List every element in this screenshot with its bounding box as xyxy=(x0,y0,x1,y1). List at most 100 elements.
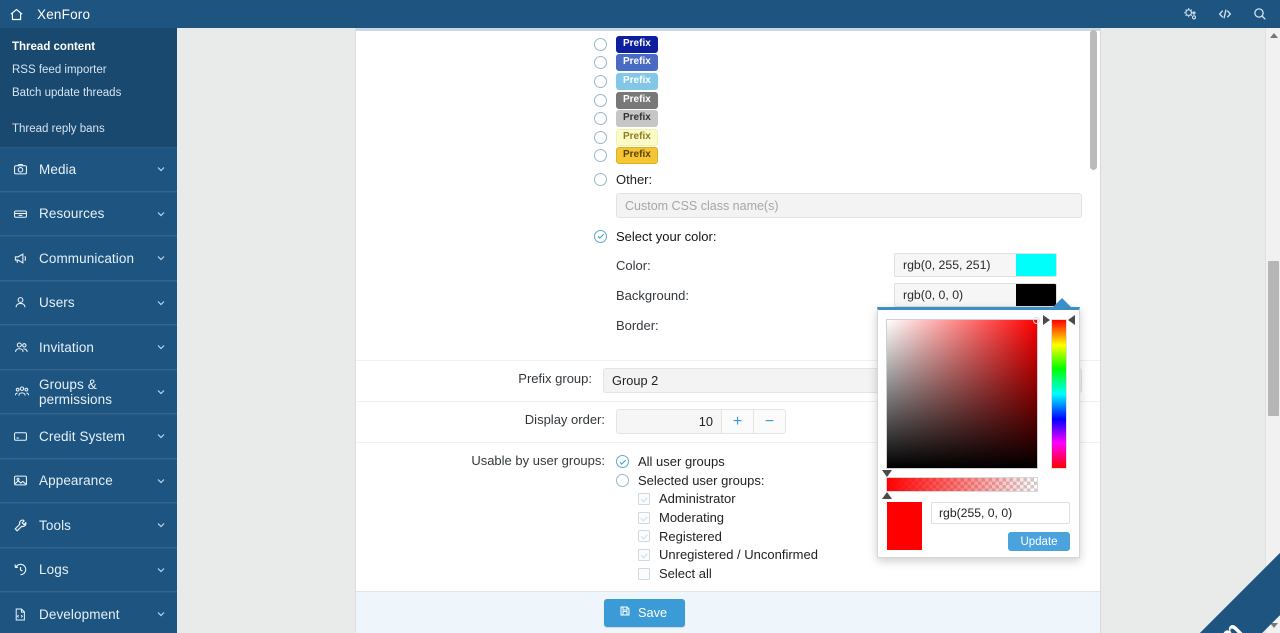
home-icon[interactable] xyxy=(0,0,32,28)
app-root: XenForo Thread content RSS feed importer… xyxy=(0,0,1280,633)
radio-select-your-color[interactable] xyxy=(594,229,607,243)
window-scrollbar-thumb[interactable] xyxy=(1268,261,1279,416)
hue-slider-handle-right[interactable] xyxy=(1068,315,1075,325)
custom-css-input[interactable]: Custom CSS class name(s) xyxy=(616,193,1082,219)
prefix-style-option[interactable]: Prefix xyxy=(594,147,1082,166)
sidebar-item-appearance[interactable]: Appearance xyxy=(0,458,177,503)
radio-prefix-style-7[interactable] xyxy=(594,149,607,163)
panel-scrollbar[interactable] xyxy=(1090,30,1097,170)
checkbox-unregistered-unconfirmed[interactable] xyxy=(638,548,650,561)
display-order-decrement-button[interactable]: − xyxy=(753,410,785,434)
display-order-stepper[interactable]: 10 + − xyxy=(616,409,786,435)
checkbox-moderating[interactable] xyxy=(638,511,650,524)
color-picker-top xyxy=(878,310,1079,469)
label-all-user-groups: All user groups xyxy=(638,454,725,469)
save-button[interactable]: Save xyxy=(604,598,686,627)
color-swatch-color[interactable] xyxy=(1015,254,1056,277)
sidebar-label-appearance: Appearance xyxy=(39,473,113,489)
display-order-value[interactable]: 10 xyxy=(617,410,721,433)
code-icon[interactable] xyxy=(1216,6,1234,22)
sidebar-item-development[interactable]: Development xyxy=(0,592,177,633)
sidebar-item-tools[interactable]: Tools xyxy=(0,503,177,548)
label-usable-by-user-groups: Usable by user groups: xyxy=(471,453,605,469)
color-input-group-color[interactable]: rgb(0, 255, 251) xyxy=(894,253,1057,278)
radio-selected-user-groups[interactable] xyxy=(616,473,629,487)
search-icon[interactable] xyxy=(1252,6,1268,22)
prefix-style-option[interactable]: Prefix xyxy=(594,35,1082,54)
top-header-bar: XenForo xyxy=(0,0,1280,28)
radio-prefix-style-4[interactable] xyxy=(594,93,607,107)
saturation-value-area[interactable] xyxy=(886,317,1040,469)
alpha-slider[interactable] xyxy=(882,470,1071,499)
radio-prefix-style-6[interactable] xyxy=(594,130,607,144)
sidebar-label-logs: Logs xyxy=(39,562,69,578)
radio-prefix-style-other[interactable] xyxy=(594,172,607,186)
sidebar-label-communication: Communication xyxy=(39,250,135,266)
file-code-icon xyxy=(13,607,35,622)
prefix-style-option[interactable]: Prefix xyxy=(594,109,1082,128)
sidebar-item-media[interactable]: Media xyxy=(0,147,177,192)
color-value-color[interactable]: rgb(0, 255, 251) xyxy=(895,254,1016,277)
color-picker-value-input[interactable]: rgb(255, 0, 0) xyxy=(931,502,1070,524)
hue-gradient-bar[interactable] xyxy=(1051,319,1067,469)
window-scrollbar[interactable] xyxy=(1265,28,1280,633)
radio-prefix-style-5[interactable] xyxy=(594,112,607,126)
radio-prefix-style-2[interactable] xyxy=(594,56,607,70)
select-your-color-option[interactable]: Select your color: xyxy=(594,224,1082,248)
sidebar-item-users[interactable]: Users xyxy=(0,280,177,325)
alpha-slider-handle-bottom[interactable] xyxy=(882,492,892,499)
prefix-chip-1: Prefix xyxy=(616,35,658,53)
hue-slider[interactable] xyxy=(1043,315,1075,469)
saturation-cursor-handle[interactable] xyxy=(1033,317,1040,324)
prefix-style-option-other[interactable]: Other: xyxy=(594,168,1082,190)
tools-gear-icon[interactable] xyxy=(1182,6,1198,22)
chevron-down-icon xyxy=(155,208,167,220)
label-prefix-group: Prefix group: xyxy=(518,371,592,387)
radio-prefix-style-3[interactable] xyxy=(594,74,607,88)
sidebar-item-batch-update-threads[interactable]: Batch update threads xyxy=(0,82,177,105)
sidebar-item-resources[interactable]: Resources xyxy=(0,191,177,236)
color-picker-update-button[interactable]: Update xyxy=(1008,532,1070,551)
chevron-down-icon xyxy=(155,386,167,398)
radio-prefix-style-1[interactable] xyxy=(594,37,607,51)
sidebar-item-thread-reply-bans[interactable]: Thread reply bans xyxy=(0,118,177,141)
app-title: XenForo xyxy=(37,6,91,22)
color-swatch-background[interactable] xyxy=(1015,284,1056,307)
sidebar-item-logs[interactable]: Logs xyxy=(0,547,177,592)
checkbox-registered[interactable] xyxy=(638,530,650,543)
hue-slider-handle-left[interactable] xyxy=(1043,315,1050,325)
user-icon xyxy=(13,295,35,310)
label-display-order: Display order: xyxy=(524,412,605,428)
display-order-increment-button[interactable]: + xyxy=(721,410,753,434)
form-action-bar: Save xyxy=(356,591,1100,633)
color-picker-controls: rgb(255, 0, 0) Update xyxy=(931,502,1070,551)
checkbox-administrator[interactable] xyxy=(638,492,650,505)
chevron-down-icon xyxy=(155,430,167,442)
sidebar-item-rss-feed-importer[interactable]: RSS feed importer xyxy=(0,59,177,82)
sidebar-item-communication[interactable]: Communication xyxy=(0,236,177,281)
prefix-style-option[interactable]: Prefix xyxy=(594,54,1082,73)
prefix-style-option[interactable]: Prefix xyxy=(594,128,1082,147)
checkbox-select-all[interactable] xyxy=(638,567,650,580)
sidebar-item-invitation[interactable]: Invitation xyxy=(0,325,177,370)
color-input-group-background[interactable]: rgb(0, 0, 0) xyxy=(894,283,1057,308)
sidebar-label-groups-permissions: Groups & permissions xyxy=(39,376,113,407)
alpha-slider-handle-top[interactable] xyxy=(882,470,892,477)
scrollbar-arrow-up-icon[interactable] xyxy=(1270,33,1278,38)
sidebar-subsection-thread: Thread content RSS feed importer Batch u… xyxy=(0,28,177,147)
prefix-style-option[interactable]: Prefix xyxy=(594,72,1082,91)
color-value-background[interactable]: rgb(0, 0, 0) xyxy=(895,284,1016,307)
option-select-all[interactable]: Select all xyxy=(616,564,1082,583)
history-icon xyxy=(13,562,35,577)
sidebar-item-credit-system[interactable]: Credit System xyxy=(0,414,177,459)
sidebar-label-media: Media xyxy=(39,161,77,177)
chevron-down-icon xyxy=(155,564,167,576)
sidebar-item-thread-content[interactable]: Thread content xyxy=(0,36,177,59)
prefix-style-options: Prefix Prefix Prefix Prefix Prefix Prefi… xyxy=(594,31,1100,346)
prefix-style-option[interactable]: Prefix xyxy=(594,91,1082,110)
radio-all-user-groups[interactable] xyxy=(616,455,629,468)
color-picker-popup[interactable]: rgb(255, 0, 0) Update xyxy=(877,298,1080,558)
sidebar-item-groups-permissions[interactable]: Groups & permissions xyxy=(0,369,177,414)
panel-scrollbar-thumb[interactable] xyxy=(1090,30,1097,170)
alpha-gradient-bar[interactable] xyxy=(886,477,1038,492)
